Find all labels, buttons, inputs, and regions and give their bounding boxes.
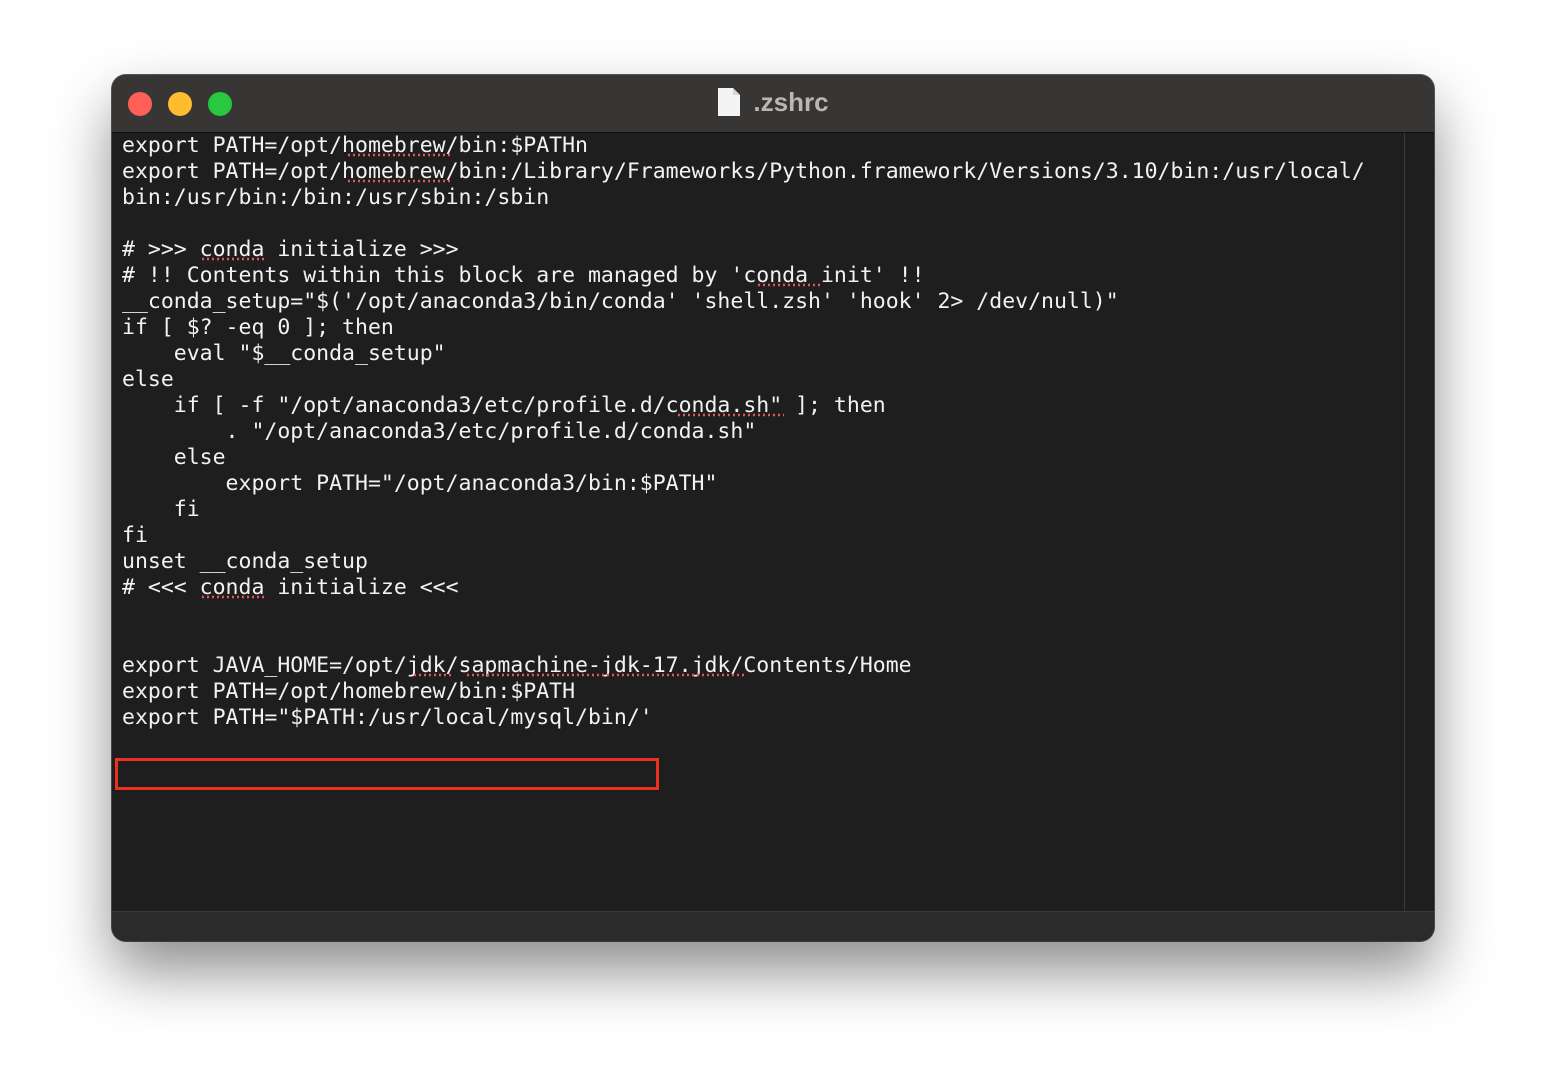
- title-bar[interactable]: .zshrc: [112, 75, 1434, 133]
- code-line-18[interactable]: # <<< conda initialize <<<: [122, 575, 459, 601]
- code-line-1[interactable]: export PATH=/opt/homebrew/bin:$PATHn: [122, 133, 588, 159]
- code-line-12[interactable]: . "/opt/anaconda3/etc/profile.d/conda.sh…: [122, 419, 757, 445]
- code-line-7[interactable]: __conda_setup="$('/opt/anaconda3/bin/con…: [122, 289, 1119, 315]
- code-line-8[interactable]: if [ $? -eq 0 ]; then: [122, 315, 394, 341]
- code-line-17[interactable]: unset __conda_setup: [122, 549, 368, 575]
- code-line-14[interactable]: export PATH="/opt/anaconda3/bin:$PATH": [122, 471, 718, 497]
- code-line-22[interactable]: export PATH=/opt/homebrew/bin:$PATH: [122, 679, 575, 705]
- code-line-23[interactable]: export PATH="$PATH:/usr/local/mysql/bin/…: [122, 705, 653, 731]
- highlighted-line-box: [115, 758, 659, 790]
- code-line-9[interactable]: eval "$__conda_setup": [122, 341, 446, 367]
- document-icon: [717, 87, 741, 117]
- horizontal-scrollbar[interactable]: [112, 911, 1434, 941]
- code-line-10[interactable]: else: [122, 367, 174, 393]
- code-line-3[interactable]: bin:/usr/bin:/bin:/usr/sbin:/sbin: [122, 185, 549, 211]
- code-line-16[interactable]: fi: [122, 523, 148, 549]
- text-editor-window: .zshrc export PATH=/opt/homebrew/bin:$PA…: [112, 75, 1434, 941]
- code-line-13[interactable]: else: [122, 445, 226, 471]
- window-title: .zshrc: [112, 87, 1434, 118]
- code-line-5[interactable]: # >>> conda initialize >>>: [122, 237, 459, 263]
- code-line-2[interactable]: export PATH=/opt/homebrew/bin:/Library/F…: [122, 159, 1365, 185]
- vertical-scrollbar[interactable]: [1404, 133, 1434, 911]
- code-line-21[interactable]: export JAVA_HOME=/opt/jdk/sapmachine-jdk…: [122, 653, 912, 679]
- code-line-6[interactable]: # !! Contents within this block are mana…: [122, 263, 925, 289]
- code-line-15[interactable]: fi: [122, 497, 200, 523]
- window-title-text: .zshrc: [753, 87, 829, 117]
- text-editor-area[interactable]: export PATH=/opt/homebrew/bin:$PATHn exp…: [112, 133, 1404, 911]
- code-line-11[interactable]: if [ -f "/opt/anaconda3/etc/profile.d/co…: [122, 393, 886, 419]
